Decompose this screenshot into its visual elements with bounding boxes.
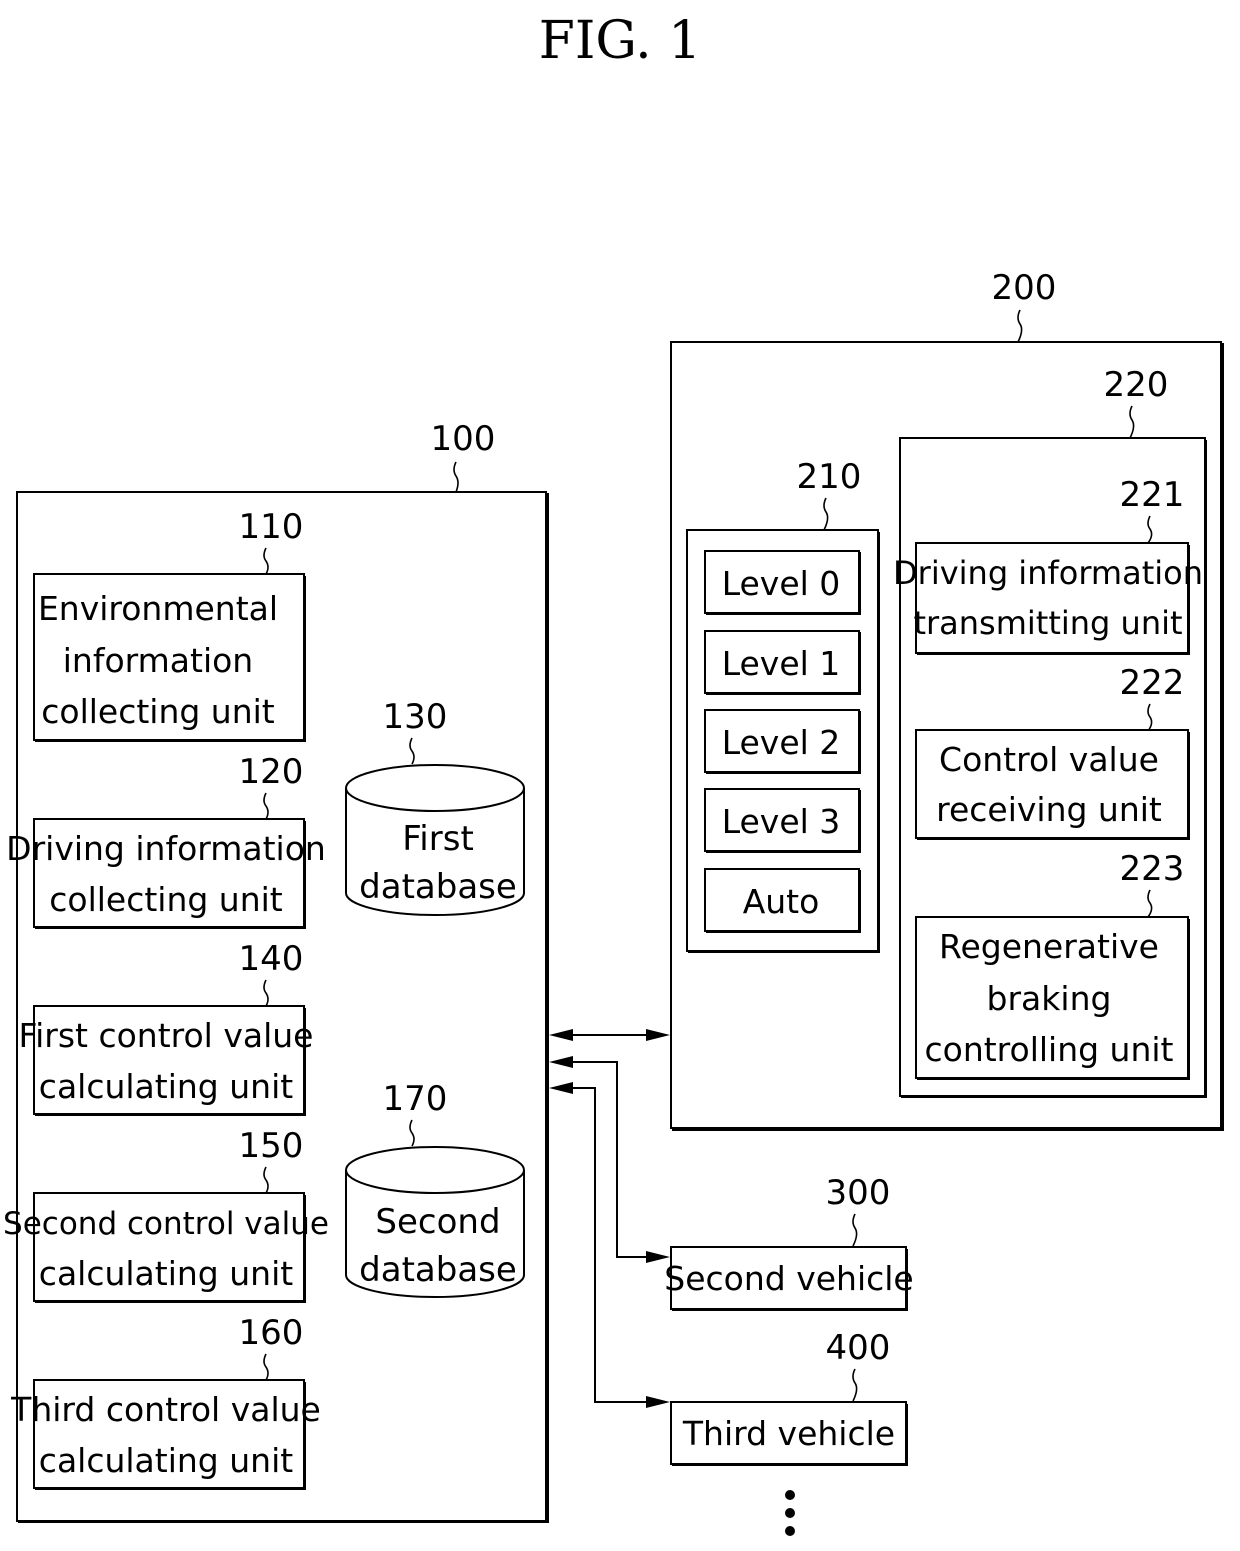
ref-120: 120 [239, 752, 304, 792]
level-2-option[interactable]: Level 2 [704, 709, 861, 774]
ellipsis-icon [785, 1490, 795, 1536]
vehicle-label: Third vehicle [682, 1414, 895, 1453]
level-1-option[interactable]: Level 1 [704, 630, 861, 695]
ref-170: 170 [383, 1079, 448, 1119]
link-server-second-vehicle [572, 1061, 648, 1258]
database-label-line: Second [375, 1202, 500, 1242]
level-3-option[interactable]: Level 3 [704, 788, 861, 853]
arrowhead-icon [549, 1082, 573, 1094]
ref-300: 300 [826, 1173, 891, 1213]
vehicle-label: Second vehicle [664, 1259, 913, 1298]
ref-220: 220 [1104, 365, 1169, 405]
unit-label-line: controlling unit [924, 1030, 1173, 1069]
ref-223: 223 [1120, 849, 1185, 889]
unit-label-line: Driving information [893, 554, 1203, 592]
ref-160: 160 [239, 1313, 304, 1353]
second-vehicle: 300 Second vehicle [664, 1173, 914, 1311]
database-label-line: database [359, 867, 517, 907]
unit-label-line: First control value [19, 1016, 314, 1055]
unit-label-line: braking [987, 979, 1112, 1018]
ref-222: 222 [1120, 663, 1185, 703]
ref-400: 400 [826, 1328, 891, 1368]
database-label-line: database [359, 1250, 517, 1290]
vehicle-ref: 200 [992, 268, 1057, 308]
unit-label-line: collecting unit [41, 692, 275, 731]
server-ref: 100 [431, 419, 496, 459]
unit-label-line: transmitting unit [913, 604, 1182, 642]
unit-label-line: Driving information [6, 829, 326, 868]
third-vehicle: 400 Third vehicle [670, 1328, 908, 1466]
link-server-third-vehicle [572, 1087, 648, 1403]
ref-210: 210 [797, 457, 862, 497]
unit-label-line: calculating unit [39, 1441, 293, 1480]
first-vehicle-block: 200 210 Level 0 Level 1 Level 2 Level 3 … [670, 268, 1224, 1131]
connections [549, 1029, 670, 1408]
unit-label-line: information [63, 641, 253, 680]
figure-title: FIG. 1 [539, 11, 701, 71]
level-label: Level 0 [722, 564, 841, 603]
ref-150: 150 [239, 1126, 304, 1166]
server-block: 100 110 Environmental information collec… [3, 419, 549, 1523]
database-label-line: First [402, 819, 474, 859]
level-label: Level 1 [722, 644, 841, 683]
unit-label-line: Environmental [38, 589, 278, 628]
unit-label-line: Control value [939, 740, 1159, 779]
level-label: Auto [743, 882, 820, 921]
system-diagram: FIG. 1 100 110 Environmental information… [3, 11, 1224, 1536]
arrowhead-icon [646, 1029, 670, 1041]
arrowhead-icon [646, 1396, 670, 1408]
level-label: Level 3 [722, 802, 841, 841]
ref-110: 110 [239, 507, 304, 547]
unit-label-line: collecting unit [49, 880, 283, 919]
unit-label-line: Second control value [3, 1206, 329, 1242]
unit-label-line: receiving unit [936, 790, 1162, 829]
unit-label-line: Third control value [10, 1390, 321, 1429]
unit-label-line: calculating unit [39, 1254, 293, 1293]
auto-option[interactable]: Auto [704, 868, 861, 933]
level-label: Level 2 [722, 723, 841, 762]
unit-label-line: calculating unit [39, 1067, 293, 1106]
level-selector: 210 Level 0 Level 1 Level 2 Level 3 Auto [686, 457, 880, 953]
level-0-option[interactable]: Level 0 [704, 550, 861, 615]
arrowhead-icon [549, 1056, 573, 1068]
ref-221: 221 [1120, 475, 1185, 515]
unit-label-line: Regenerative [939, 927, 1159, 966]
vehicle-controller: 220 221 Driving information transmitting… [893, 365, 1207, 1098]
leader-line [453, 461, 459, 493]
arrowhead-icon [549, 1029, 573, 1041]
ref-140: 140 [239, 939, 304, 979]
ref-130: 130 [383, 697, 448, 737]
